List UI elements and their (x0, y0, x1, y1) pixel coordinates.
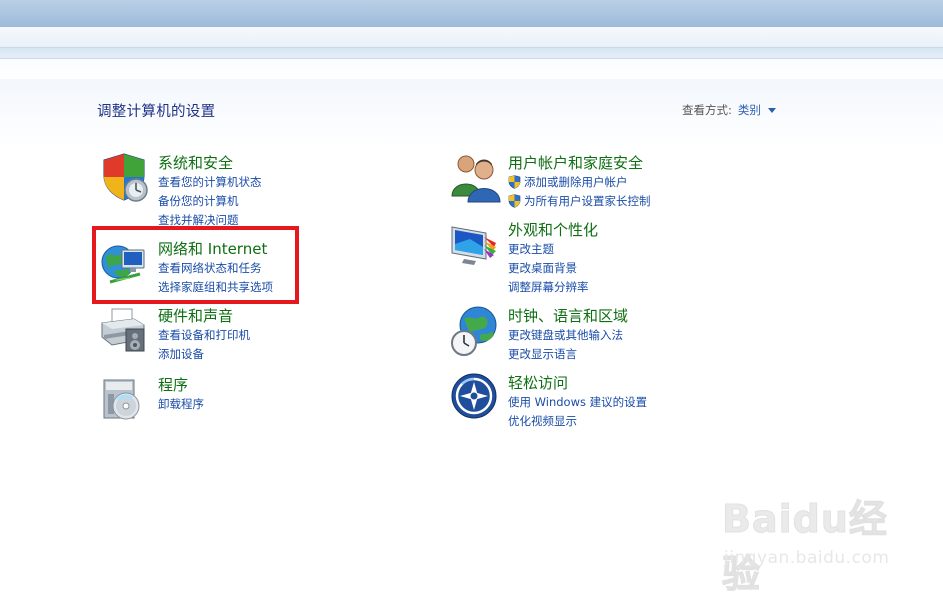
category-links: 查看设备和打印机 添加设备 (158, 326, 250, 363)
category-title[interactable]: 系统和安全 (158, 152, 233, 173)
annotation-highlight-box (92, 226, 299, 304)
category-links: 使用 Windows 建议的设置 优化视频显示 (508, 393, 647, 430)
link-optimize-display[interactable]: 优化视频显示 (508, 412, 647, 431)
link-screen-resolution[interactable]: 调整屏幕分辨率 (508, 277, 589, 296)
printer-icon (101, 308, 145, 352)
window-title-bar (0, 0, 943, 27)
link-label: 为所有用户设置家长控制 (524, 194, 651, 209)
view-by-control: 查看方式: 类别 (682, 102, 776, 118)
clock-globe-icon (451, 306, 497, 356)
command-bar (0, 48, 943, 59)
category-title[interactable]: 时钟、语言和区域 (508, 305, 628, 326)
address-toolbar (0, 27, 943, 48)
link-desktop-background[interactable]: 更改桌面背景 (508, 259, 589, 278)
watermark-url: jingyan.baidu.com (724, 548, 890, 568)
view-by-dropdown[interactable]: 类别 (738, 102, 776, 118)
category-links: 更改主题 更改桌面背景 调整屏幕分辨率 (508, 240, 589, 296)
category-links: 更改键盘或其他输入法 更改显示语言 (508, 326, 623, 363)
watermark-logo: Baidu经验 (722, 497, 888, 597)
category-title[interactable]: 硬件和声音 (158, 305, 233, 326)
page-title: 调整计算机的设置 (97, 104, 216, 120)
view-by-value: 类别 (737, 103, 761, 117)
link-label: 添加或删除用户帐户 (524, 175, 628, 190)
category-title[interactable]: 轻松访问 (508, 372, 568, 393)
watermark: Baidu经验 jingyan.baidu.com (722, 488, 922, 597)
link-uninstall-program[interactable]: 卸载程序 (158, 395, 204, 414)
toolbar-shadow (0, 59, 943, 79)
uac-shield-icon (508, 194, 521, 208)
monitor-palette-icon (451, 226, 496, 265)
view-by-label: 查看方式: (682, 103, 732, 117)
link-add-device[interactable]: 添加设备 (158, 345, 250, 364)
users-icon (451, 155, 501, 203)
category-title[interactable]: 程序 (158, 374, 188, 395)
link-add-remove-accounts[interactable]: 添加或删除用户帐户 (508, 173, 651, 192)
programs-disc-icon (103, 379, 140, 420)
link-change-keyboard-input[interactable]: 更改键盘或其他输入法 (508, 326, 623, 345)
category-title[interactable]: 外观和个性化 (508, 219, 598, 240)
shield-icon (103, 153, 148, 202)
ease-of-access-icon (451, 373, 497, 419)
chevron-down-icon (767, 108, 776, 113)
link-backup-computer[interactable]: 备份您的计算机 (158, 192, 262, 211)
link-parental-controls[interactable]: 为所有用户设置家长控制 (508, 192, 651, 211)
category-links: 查看您的计算机状态 备份您的计算机 查找并解决问题 (158, 173, 262, 229)
link-change-theme[interactable]: 更改主题 (508, 240, 589, 259)
category-links: 添加或删除用户帐户 为所有用户设置家长控制 (508, 173, 651, 210)
uac-shield-icon (508, 175, 521, 190)
category-title[interactable]: 用户帐户和家庭安全 (508, 152, 643, 173)
link-devices-printers[interactable]: 查看设备和打印机 (158, 326, 250, 345)
category-links: 卸载程序 (158, 395, 204, 414)
link-recommended-settings[interactable]: 使用 Windows 建议的设置 (508, 393, 647, 412)
link-view-computer-status[interactable]: 查看您的计算机状态 (158, 173, 262, 192)
link-change-display-language[interactable]: 更改显示语言 (508, 345, 623, 364)
